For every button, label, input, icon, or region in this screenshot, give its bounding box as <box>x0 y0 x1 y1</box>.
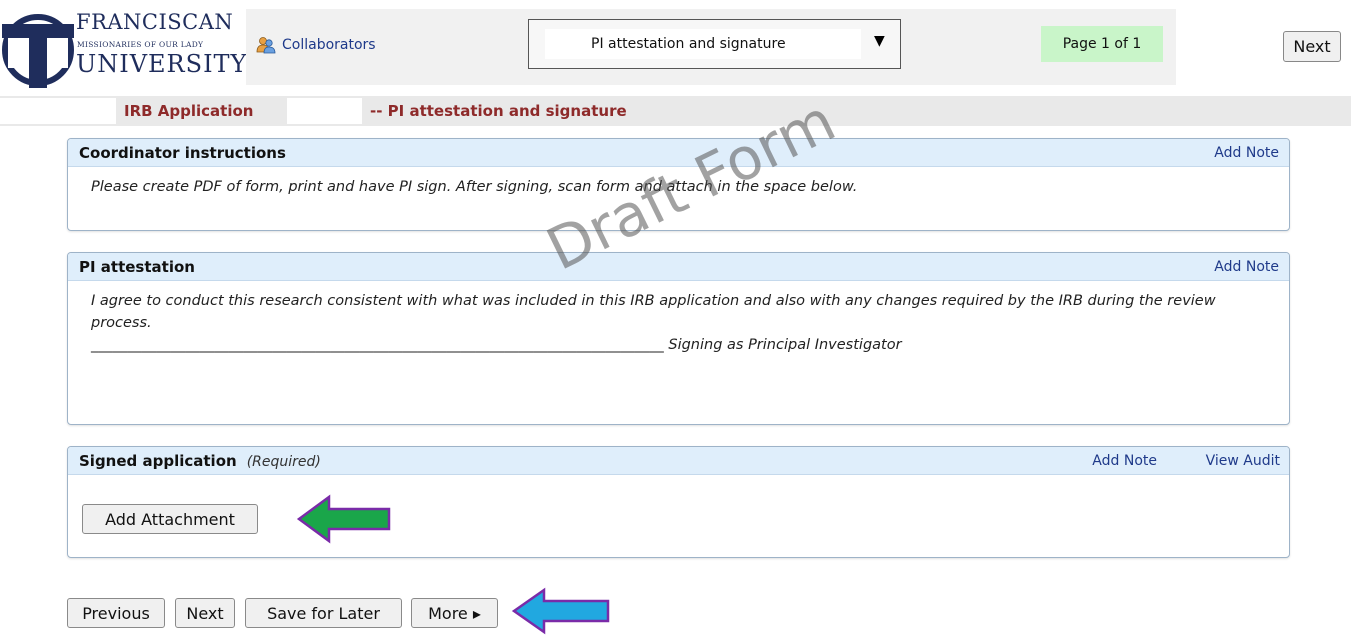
people-icon <box>256 37 276 54</box>
section-title: Signed application (Required) <box>79 452 321 470</box>
tau-cross-icon <box>2 14 74 88</box>
title-mask <box>287 98 362 124</box>
more-button[interactable]: More ▸ <box>411 598 498 628</box>
application-title: IRB Application <box>124 102 254 120</box>
next-button[interactable]: Next <box>175 598 235 628</box>
collaborators-label[interactable]: Collaborators <box>282 37 376 53</box>
logo-tagline: MISSIONARIES OF OUR LADY <box>77 40 204 49</box>
section-title: Coordinator instructions <box>79 144 286 162</box>
logo-wordmark-bottom: UNIVERSITY <box>76 50 248 78</box>
previous-button[interactable]: Previous <box>67 598 165 628</box>
save-for-later-button[interactable]: Save for Later <box>245 598 402 628</box>
instructions-text: Please create PDF of form, print and hav… <box>91 179 858 195</box>
page-indicator: Page 1 of 1 <box>1041 26 1163 62</box>
section-title: PI attestation <box>79 258 195 276</box>
attestation-body: I agree to conduct this research consist… <box>68 281 1289 356</box>
pointer-arrow-icon <box>511 587 610 635</box>
section-header: Coordinator instructions Add Note <box>68 139 1289 167</box>
add-note-link[interactable]: Add Note <box>1092 453 1157 469</box>
add-note-link[interactable]: Add Note <box>1214 145 1279 161</box>
university-logo: FRANCISCAN MISSIONARIES OF OUR LADY UNIV… <box>0 4 250 92</box>
signature-line: ________________________________________… <box>91 337 902 353</box>
section-header: PI attestation Add Note <box>68 253 1289 281</box>
page-title: -- PI attestation and signature <box>370 102 627 120</box>
next-button-top[interactable]: Next <box>1283 31 1341 62</box>
required-marker: (Required) <box>246 454 321 470</box>
page-navigator: PI attestation and signature ▼ <box>528 19 901 69</box>
dropdown-triangle-icon[interactable]: ▼ <box>874 33 885 49</box>
signed-application-section: Signed application (Required) Add Note Vi… <box>67 446 1290 558</box>
collaborators-link[interactable]: Collaborators <box>256 36 376 54</box>
section-title-text: Signed application <box>79 452 237 470</box>
view-audit-link[interactable]: View Audit <box>1206 453 1280 469</box>
page-select[interactable]: PI attestation and signature <box>545 29 861 59</box>
attestation-text: I agree to conduct this research consist… <box>91 293 1216 331</box>
pi-attestation-section: PI attestation Add Note I agree to condu… <box>67 252 1290 425</box>
logo-wordmark-top: FRANCISCAN <box>76 10 234 34</box>
pointer-arrow-icon <box>296 494 391 544</box>
coordinator-instructions-section: Coordinator instructions Add Note Please… <box>67 138 1290 231</box>
add-note-link[interactable]: Add Note <box>1214 259 1279 275</box>
add-attachment-button[interactable]: Add Attachment <box>82 504 258 534</box>
section-header: Signed application (Required) Add Note Vi… <box>68 447 1289 475</box>
title-mask <box>0 98 116 124</box>
